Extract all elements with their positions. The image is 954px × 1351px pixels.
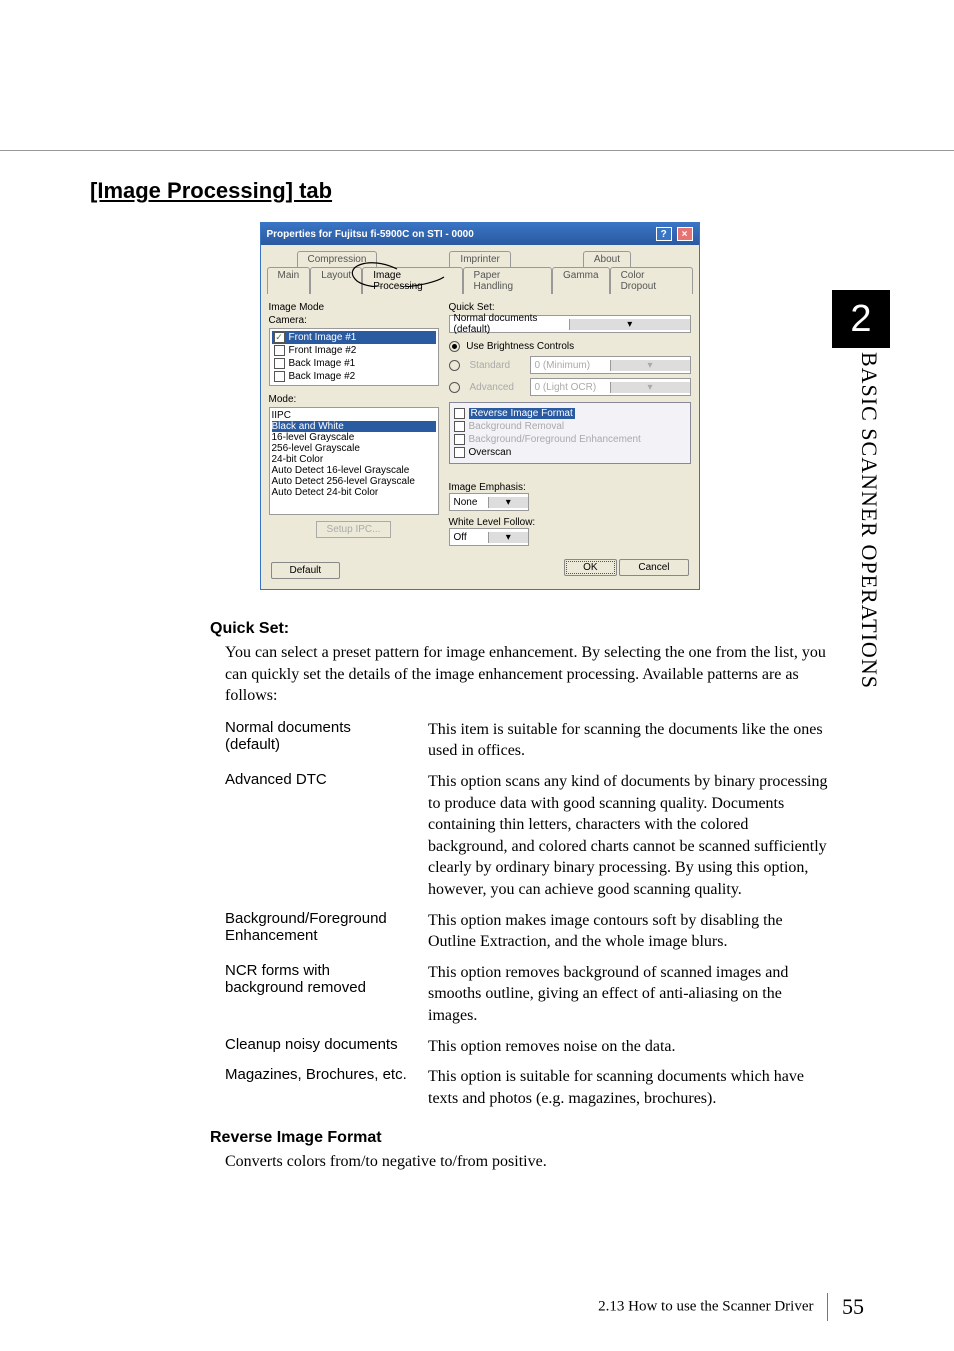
- camera-item-front2[interactable]: Front Image #2: [272, 344, 436, 357]
- footer-text: 2.13 How to use the Scanner Driver: [598, 1298, 813, 1314]
- tab-image-processing[interactable]: Image Processing: [362, 267, 462, 294]
- section-heading: [Image Processing] tab: [90, 178, 869, 204]
- tab-color-dropout[interactable]: Color Dropout: [610, 267, 693, 294]
- mode-item[interactable]: 16-level Grayscale: [272, 432, 436, 443]
- tab-about[interactable]: About: [583, 251, 631, 267]
- help-icon[interactable]: ?: [656, 227, 672, 241]
- mode-item[interactable]: IIPC: [272, 410, 436, 421]
- camera-label: Camera:: [269, 315, 439, 326]
- definitions-table: Normal documents (default) This item is …: [225, 719, 829, 1110]
- tab-strip: Compression Imprinter About Main Layout …: [261, 245, 699, 294]
- image-mode-label: Image Mode: [269, 302, 439, 313]
- enh-item-bgfg: Background/Foreground Enhancement: [454, 433, 686, 446]
- window-controls: ? ×: [654, 227, 693, 241]
- def-desc: This option is suitable for scanning doc…: [428, 1066, 829, 1109]
- mode-item[interactable]: 24-bit Color: [272, 454, 436, 465]
- chevron-down-icon: ▾: [610, 360, 690, 371]
- white-level-label: White Level Follow:: [449, 517, 691, 528]
- mode-item[interactable]: Auto Detect 16-level Grayscale: [272, 465, 436, 476]
- mode-item[interactable]: Black and White: [272, 421, 436, 432]
- image-emphasis-label: Image Emphasis:: [449, 482, 691, 493]
- close-icon[interactable]: ×: [677, 227, 693, 241]
- radio-advanced[interactable]: [449, 382, 460, 393]
- enh-item-overscan[interactable]: Overscan: [454, 446, 686, 459]
- quickset-combo[interactable]: Normal documents (default) ▾: [449, 315, 691, 333]
- camera-item-back2[interactable]: Back Image #2: [272, 370, 436, 383]
- def-desc: This option removes noise on the data.: [428, 1036, 829, 1058]
- def-term: NCR forms with background removed: [225, 962, 410, 1027]
- camera-listbox[interactable]: ✓ Front Image #1 Front Image #2 Back Ima…: [269, 328, 439, 386]
- def-term: Magazines, Brochures, etc.: [225, 1066, 410, 1109]
- checkbox-icon[interactable]: ✓: [274, 332, 285, 343]
- default-button[interactable]: Default: [271, 562, 341, 579]
- chapter-number-box: 2: [832, 290, 890, 348]
- chevron-down-icon[interactable]: ▾: [569, 319, 690, 330]
- image-emphasis-combo[interactable]: None ▾: [449, 493, 529, 511]
- radio-standard[interactable]: [449, 360, 460, 371]
- properties-dialog: Properties for Fujitsu fi-5900C on STI -…: [260, 222, 700, 590]
- reverse-image-heading: Reverse Image Format: [210, 1129, 869, 1147]
- enh-item-reverse[interactable]: Reverse Image Format: [454, 407, 686, 420]
- def-desc: This option scans any kind of documents …: [428, 771, 829, 901]
- enhancements-listbox[interactable]: Reverse Image Format Background Removal …: [449, 402, 691, 464]
- radio-use-brightness[interactable]: [449, 341, 460, 352]
- white-level-combo[interactable]: Off ▾: [449, 528, 529, 546]
- dialog-title: Properties for Fujitsu fi-5900C on STI -…: [267, 229, 474, 240]
- enh-item-bgremoval: Background Removal: [454, 420, 686, 433]
- def-term: Background/Foreground Enhancement: [225, 910, 410, 953]
- quickset-label: Quick Set:: [449, 302, 691, 313]
- mode-item[interactable]: Auto Detect 24-bit Color: [272, 487, 436, 498]
- advanced-label: Advanced: [470, 382, 524, 393]
- camera-item-front1[interactable]: ✓ Front Image #1: [272, 331, 436, 344]
- tab-compression[interactable]: Compression: [297, 251, 378, 267]
- cancel-button[interactable]: Cancel: [619, 559, 688, 576]
- def-desc: This option removes background of scanne…: [428, 962, 829, 1027]
- quick-set-para: You can select a preset pattern for imag…: [225, 642, 829, 707]
- setup-ipc-button: Setup IPC...: [316, 521, 392, 538]
- checkbox-icon[interactable]: [274, 371, 285, 382]
- mode-label: Mode:: [269, 394, 439, 405]
- ok-button[interactable]: OK: [564, 559, 616, 576]
- def-desc: This item is suitable for scanning the d…: [428, 719, 829, 762]
- tab-main[interactable]: Main: [267, 267, 311, 294]
- camera-item-back1[interactable]: Back Image #1: [272, 357, 436, 370]
- mode-listbox[interactable]: IIPC Black and White 16-level Grayscale …: [269, 407, 439, 515]
- tab-paper-handling[interactable]: Paper Handling: [463, 267, 552, 294]
- tab-gamma[interactable]: Gamma: [552, 267, 610, 294]
- mode-item[interactable]: 256-level Grayscale: [272, 443, 436, 454]
- chevron-down-icon: ▾: [610, 382, 690, 393]
- tab-imprinter[interactable]: Imprinter: [449, 251, 510, 267]
- footer-divider: [827, 1293, 828, 1321]
- chapter-number: 2: [850, 298, 871, 341]
- checkbox-icon: [454, 434, 465, 445]
- checkbox-icon[interactable]: [274, 345, 285, 356]
- checkbox-icon: [454, 421, 465, 432]
- chevron-down-icon[interactable]: ▾: [488, 532, 528, 543]
- checkbox-icon[interactable]: [454, 447, 465, 458]
- use-brightness-label: Use Brightness Controls: [466, 341, 574, 352]
- def-term: Normal documents (default): [225, 719, 410, 762]
- chapter-title-vertical: BASIC SCANNER OPERATIONS: [856, 352, 882, 689]
- mode-item[interactable]: Auto Detect 256-level Grayscale: [272, 476, 436, 487]
- def-desc: This option makes image contours soft by…: [428, 910, 829, 953]
- quick-set-heading: Quick Set:: [210, 620, 869, 638]
- checkbox-icon[interactable]: [274, 358, 285, 369]
- checkbox-icon[interactable]: [454, 408, 465, 419]
- def-term: Cleanup noisy documents: [225, 1036, 410, 1058]
- reverse-image-para: Converts colors from/to negative to/from…: [225, 1151, 829, 1173]
- tab-layout[interactable]: Layout: [310, 267, 362, 294]
- def-term: Advanced DTC: [225, 771, 410, 901]
- page-footer: 2.13 How to use the Scanner Driver 55: [0, 1293, 954, 1321]
- dialog-titlebar: Properties for Fujitsu fi-5900C on STI -…: [261, 223, 699, 245]
- page-number: 55: [842, 1294, 864, 1319]
- standard-label: Standard: [470, 360, 524, 371]
- chevron-down-icon[interactable]: ▾: [488, 497, 528, 508]
